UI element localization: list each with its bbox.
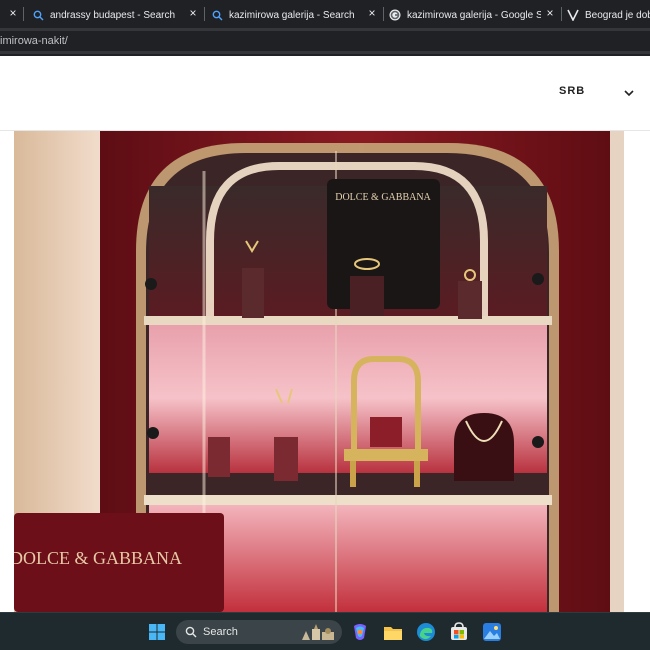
search-icon xyxy=(211,9,223,21)
page-margin-left xyxy=(0,131,14,612)
site-header: SRB xyxy=(0,56,650,131)
tab-title: kazimirowa galerija - Search xyxy=(229,9,355,21)
photos-icon[interactable] xyxy=(481,621,503,643)
jewelry-stand xyxy=(242,268,264,318)
tab-close-icon[interactable]: × xyxy=(543,6,557,20)
throne-leg xyxy=(350,461,356,487)
file-explorer-icon[interactable] xyxy=(382,621,404,643)
brand-sign-top-text: DOLCE & GABBANA xyxy=(335,192,431,203)
cabinet-knob xyxy=(147,427,159,439)
tab-title: andrassy budapest - Search xyxy=(50,9,176,21)
tab-separator xyxy=(561,7,562,21)
right-wall-strip xyxy=(610,131,624,612)
vogue-icon xyxy=(567,9,579,21)
ring-box xyxy=(458,281,482,319)
throne-cushion xyxy=(370,417,402,447)
tab-beograd[interactable]: Beograd je dobi xyxy=(567,2,650,28)
windows-start-icon[interactable] xyxy=(146,621,168,643)
tab-andrassy-budapest[interactable]: andrassy budapest - Search xyxy=(32,2,182,28)
cabinet-knob xyxy=(145,278,157,290)
ring-stand xyxy=(350,276,384,316)
edge-icon[interactable] xyxy=(415,621,437,643)
tab-kazimirowa-search[interactable]: kazimirowa galerija - Search xyxy=(211,2,361,28)
copilot-icon[interactable] xyxy=(349,621,371,643)
browser-tab-strip: × andrassy budapest - Search × kazimirow… xyxy=(0,0,650,28)
tab-title: Beograd je dobi xyxy=(585,9,650,21)
browser-toolbar: imirowa-nakit/ xyxy=(0,28,650,54)
search-icon xyxy=(185,626,197,638)
cabinet-knob xyxy=(532,436,544,448)
brand-box-bottom-text: DOLCE & GABBANA xyxy=(14,548,182,568)
tab-kazimirowa-google[interactable]: kazimirowa galerija - Google Sear xyxy=(389,2,541,28)
tab-separator xyxy=(23,7,24,21)
address-bar[interactable]: imirowa-nakit/ xyxy=(0,31,650,51)
search-icon xyxy=(32,9,44,21)
language-selector[interactable]: SRB xyxy=(559,85,585,97)
tab-close-icon[interactable]: × xyxy=(365,6,379,20)
earring-stand xyxy=(274,437,298,481)
tab-close-icon[interactable]: × xyxy=(186,6,200,20)
search-highlight-icon xyxy=(300,623,336,646)
showcase-illustration: DOLCE & GABBANA DOLCE & GABBANA xyxy=(14,131,624,612)
taskbar-search-box[interactable]: Search xyxy=(176,620,342,644)
tab-title: kazimirowa galerija - Google Sear xyxy=(407,9,541,21)
taskbar-search-label: Search xyxy=(203,626,238,638)
throne-leg xyxy=(414,461,420,487)
tab-separator xyxy=(204,7,205,21)
earring-stand-left xyxy=(208,437,230,477)
necklace-bust xyxy=(454,413,514,481)
page-margin-right xyxy=(624,131,650,612)
cabinet-knob xyxy=(532,273,544,285)
tab-separator xyxy=(383,7,384,21)
throne-seat xyxy=(344,449,428,461)
hero-image-jewelry-showcase: DOLCE & GABBANA DOLCE & GABBANA xyxy=(14,131,624,612)
chevron-down-icon[interactable] xyxy=(622,86,636,100)
taskbar: Search xyxy=(0,612,650,650)
google-icon xyxy=(389,9,401,21)
partial-tab-close-icon[interactable]: × xyxy=(6,6,20,20)
store-icon[interactable] xyxy=(448,621,470,643)
